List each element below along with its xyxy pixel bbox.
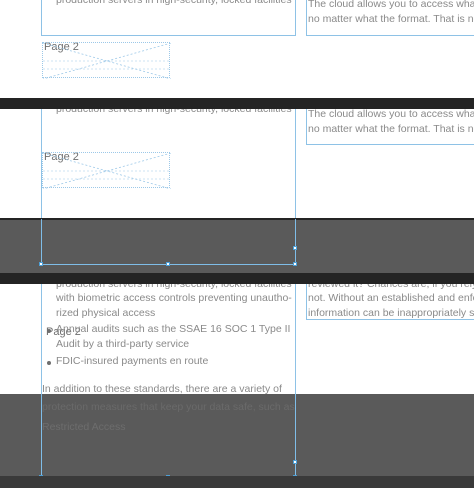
body-text-line: not. Without an established and enfo: [308, 292, 474, 304]
frame-divider: [0, 476, 474, 488]
frame-divider: [0, 273, 474, 284]
body-text-line: The cloud allows you to access what: [308, 109, 474, 120]
body-text-line: production servers in high-security, loc…: [56, 0, 292, 6]
body-text-line: no matter what the format. That is no: [308, 13, 474, 25]
body-text-line: In addition to these standards, there ar…: [42, 383, 282, 394]
bullet-icon: [47, 361, 51, 365]
resize-handle[interactable]: [293, 262, 297, 266]
resize-handle[interactable]: [166, 262, 170, 266]
body-text-line: rized physical access: [56, 307, 156, 319]
placeholder-cross-icon: [43, 153, 171, 189]
body-text-line: no matter what the format. That is no: [308, 123, 474, 135]
page-view-panel-1: production servers in high-security, loc…: [0, 0, 474, 98]
faded-body-text: protection measures that keep your data …: [42, 401, 295, 413]
selection-frame-edge: [295, 219, 296, 264]
resize-handle[interactable]: [293, 246, 297, 250]
resize-handle[interactable]: [39, 262, 43, 266]
body-text-line: information can be inappropriately s: [308, 307, 474, 319]
bullet-text: FDIC-insured payments en route: [56, 355, 209, 367]
frame-divider: [0, 218, 474, 220]
body-text-line: with biometric access controls preventin…: [56, 292, 292, 304]
selection-frame-edge: [41, 219, 42, 264]
page-view-panel-3: production servers in high-security, loc…: [0, 284, 474, 394]
body-text-line: The cloud allows you to access what: [308, 0, 474, 10]
resize-handle[interactable]: [293, 460, 297, 464]
frame-divider: [0, 98, 474, 109]
page-view-panel-2: production servers in high-security, loc…: [0, 109, 474, 219]
image-placeholder[interactable]: [42, 42, 171, 79]
faded-heading: Restricted Access: [42, 421, 126, 433]
bullet-text: Annual audits such as the SSAE 16 SOC 1 …: [56, 323, 291, 335]
image-placeholder[interactable]: [42, 152, 171, 189]
bullet-text: Audit by a third-party service: [56, 338, 190, 350]
bullet-icon: [47, 329, 51, 333]
placeholder-cross-icon: [43, 43, 171, 79]
selection-frame-edge: [295, 394, 296, 478]
body-text-line: production servers in high-security, loc…: [56, 109, 292, 115]
selection-frame-edge: [41, 394, 42, 478]
